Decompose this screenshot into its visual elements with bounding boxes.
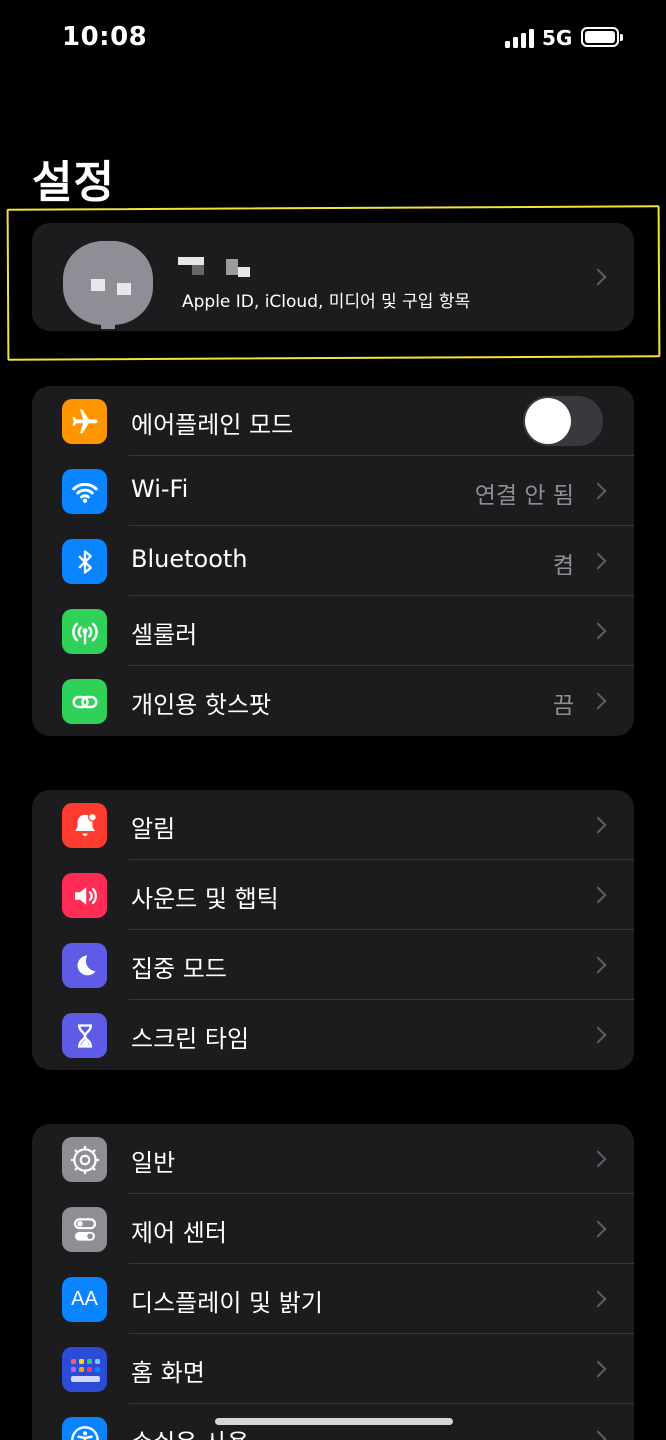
gear-icon <box>62 1137 107 1182</box>
row-label: 알림 <box>131 815 176 843</box>
switches-icon <box>62 1207 107 1252</box>
chevron-right-icon <box>589 1360 607 1378</box>
chevron-right-icon <box>589 1430 607 1440</box>
battery-icon <box>581 27 623 47</box>
accessibility-icon <box>62 1417 107 1440</box>
row-label: 일반 <box>131 1149 176 1177</box>
text-size-icon: AA <box>62 1277 107 1322</box>
settings-row-sounds-haptics[interactable]: 사운드 및 햅틱 <box>32 860 634 930</box>
settings-row-general[interactable]: 일반 <box>32 1124 634 1194</box>
chevron-right-icon <box>589 692 607 710</box>
home-indicator[interactable] <box>215 1418 453 1425</box>
hotspot-link-icon <box>62 679 107 724</box>
settings-group-notifications: 알림 사운드 및 햅틱 집중 모드 스크린 타임 <box>32 790 634 1070</box>
row-label: Wi-Fi <box>131 475 189 503</box>
row-value: 연결 안 됨 <box>474 483 574 509</box>
settings-row-control-center[interactable]: 제어 센터 <box>32 1194 634 1264</box>
row-label: 셀룰러 <box>131 621 198 649</box>
settings-row-screen-time[interactable]: 스크린 타임 <box>32 1000 634 1070</box>
row-label: 사운드 및 햅틱 <box>131 885 279 913</box>
settings-group-connectivity: 에어플레인 모드 Wi-Fi 연결 안 됨 Bluetooth 켬 셀룰러 개인… <box>32 386 634 736</box>
chevron-right-icon <box>589 552 607 570</box>
chevron-right-icon <box>589 1220 607 1238</box>
chevron-right-icon <box>589 622 607 640</box>
app-grid-icon <box>62 1347 107 1392</box>
settings-row-wifi[interactable]: Wi-Fi 연결 안 됨 <box>32 456 634 526</box>
settings-row-cellular[interactable]: 셀룰러 <box>32 596 634 666</box>
chevron-right-icon <box>589 816 607 834</box>
highlight-annotation <box>6 205 661 361</box>
row-label: Bluetooth <box>131 545 248 573</box>
cellular-signal-icon <box>505 28 535 48</box>
row-label: 스크린 타임 <box>131 1025 250 1053</box>
page-title: 설정 <box>32 157 115 208</box>
status-bar: 10:08 5G <box>0 0 666 80</box>
row-label: 손쉬운 사용 <box>131 1423 249 1440</box>
row-label: 디스플레이 및 밝기 <box>131 1289 323 1317</box>
bluetooth-icon <box>62 539 107 584</box>
hourglass-icon <box>62 1013 107 1058</box>
wifi-icon <box>62 469 107 514</box>
settings-row-focus[interactable]: 집중 모드 <box>32 930 634 1000</box>
settings-row-airplane-mode[interactable]: 에어플레인 모드 <box>32 386 634 456</box>
network-type: 5G <box>542 26 573 50</box>
cellular-antenna-icon <box>62 609 107 654</box>
settings-row-bluetooth[interactable]: Bluetooth 켬 <box>32 526 634 596</box>
row-label: 에어플레인 모드 <box>131 411 294 439</box>
row-label: 집중 모드 <box>131 955 227 983</box>
settings-row-personal-hotspot[interactable]: 개인용 핫스팟 끔 <box>32 666 634 736</box>
bell-icon <box>62 803 107 848</box>
chevron-right-icon <box>589 1290 607 1308</box>
moon-icon <box>62 943 107 988</box>
speaker-icon <box>62 873 107 918</box>
chevron-right-icon <box>589 482 607 500</box>
airplane-mode-toggle[interactable] <box>523 396 603 446</box>
settings-row-display-brightness[interactable]: AA 디스플레이 및 밝기 <box>32 1264 634 1334</box>
status-time: 10:08 <box>62 22 148 52</box>
chevron-right-icon <box>589 886 607 904</box>
chevron-right-icon <box>589 1150 607 1168</box>
settings-row-home-screen[interactable]: 홈 화면 <box>32 1334 634 1404</box>
row-label: 홈 화면 <box>131 1359 205 1387</box>
row-value: 켬 <box>552 553 574 579</box>
row-label: 개인용 핫스팟 <box>131 691 272 719</box>
chevron-right-icon <box>589 956 607 974</box>
settings-group-general: 일반 제어 센터 AA 디스플레이 및 밝기 홈 화면 <box>32 1124 634 1440</box>
settings-row-notifications[interactable]: 알림 <box>32 790 634 860</box>
row-label: 제어 센터 <box>131 1219 227 1247</box>
chevron-right-icon <box>589 1026 607 1044</box>
row-value: 끔 <box>552 693 574 719</box>
airplane-icon <box>62 399 107 444</box>
